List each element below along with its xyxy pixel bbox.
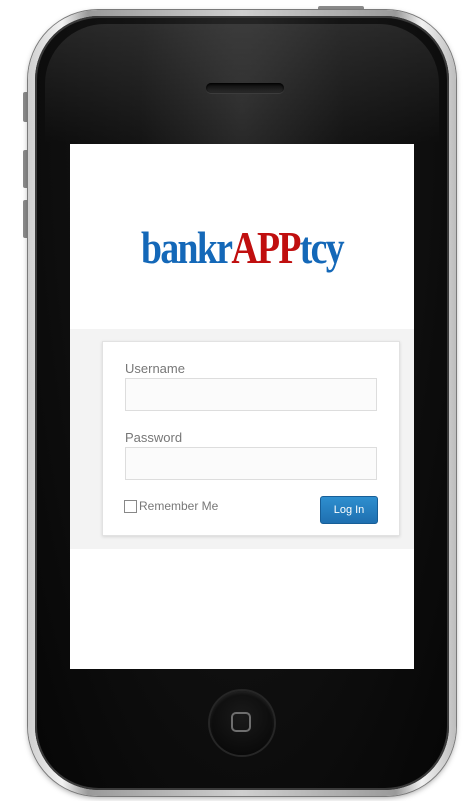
device-mockup: bankrAPPtcy Username Password Remember M…	[0, 0, 468, 801]
logo-text-tcy: tcy	[299, 222, 345, 273]
login-button[interactable]: Log In	[320, 496, 378, 524]
remember-me-checkbox[interactable]	[124, 499, 137, 513]
app-screen: bankrAPPtcy Username Password Remember M…	[70, 144, 414, 669]
username-label: Username	[125, 361, 185, 376]
remember-me-label: Remember Me	[139, 499, 219, 513]
rounded-square-icon	[231, 712, 251, 732]
logo-text-bankr: bankr	[140, 222, 233, 273]
password-input[interactable]	[125, 447, 377, 480]
home-button[interactable]	[210, 691, 274, 755]
login-section: Username Password Remember Me Log In	[70, 329, 414, 549]
logo-text-app: APP	[231, 222, 301, 273]
app-logo: bankrAPPtcy	[101, 218, 383, 278]
password-label: Password	[125, 430, 183, 445]
login-form: Username Password Remember Me Log In	[102, 341, 400, 536]
speaker-grille	[206, 83, 284, 93]
username-input[interactable]	[125, 378, 377, 411]
remember-me-option[interactable]: Remember Me	[124, 499, 218, 513]
